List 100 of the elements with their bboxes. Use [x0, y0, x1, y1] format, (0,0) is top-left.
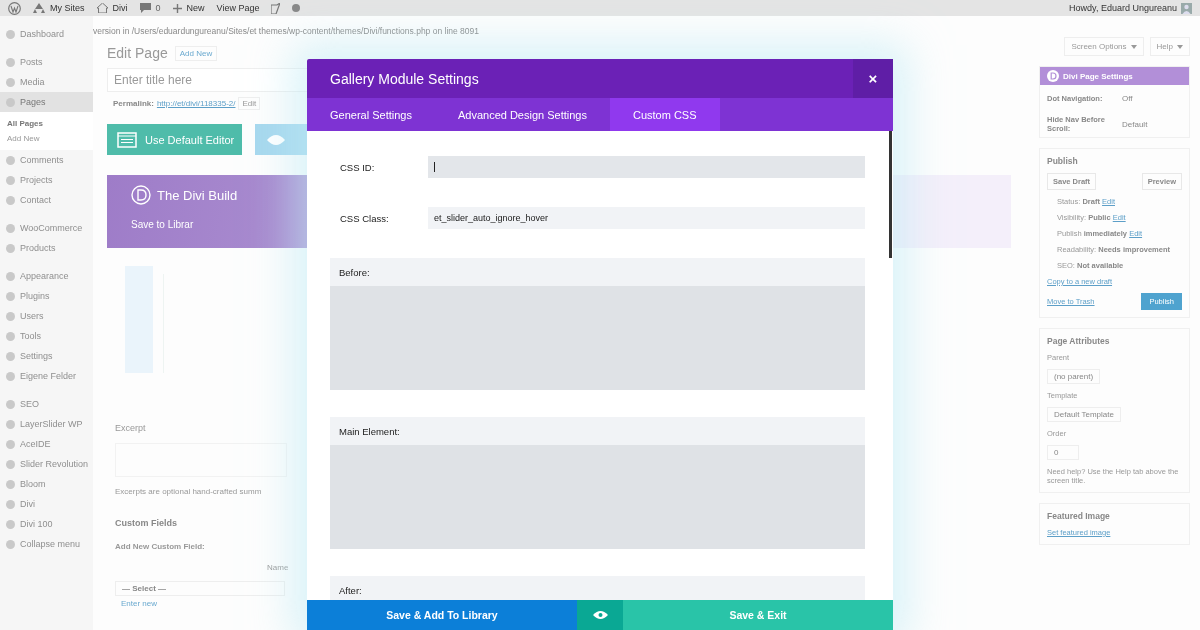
default-editor-button[interactable]: Use Default Editor	[107, 124, 242, 155]
template-select[interactable]: Default Template	[1047, 407, 1121, 422]
help-button[interactable]: Help	[1149, 37, 1190, 56]
sidebar-item[interactable]: Bloom	[0, 474, 93, 494]
key-select[interactable]: — Select —	[115, 581, 285, 596]
sidebar-item[interactable]: Posts	[0, 52, 93, 72]
y-shape-icon[interactable]	[271, 2, 281, 14]
css-textarea[interactable]	[330, 286, 865, 390]
permalink-link[interactable]: http://et/divi/118335-2/	[156, 99, 236, 108]
sidebar-item[interactable]: Projects	[0, 170, 93, 190]
sidebar-item[interactable]: Slider Revolution	[0, 454, 93, 474]
circle-icon	[6, 77, 15, 87]
my-sites-link[interactable]: My Sites	[50, 3, 85, 13]
panel-title: Page Attributes	[1047, 336, 1110, 346]
status-dot	[292, 4, 301, 12]
preview-button[interactable]	[577, 600, 623, 630]
view-page-link[interactable]: View Page	[216, 3, 260, 13]
excerpt-title: Excerpt	[115, 423, 146, 433]
edit-button[interactable]: Edit	[238, 97, 261, 110]
column-header: Name	[267, 563, 289, 572]
sidebar-item[interactable]: Comments	[0, 150, 93, 170]
custom-field-label: Add New Custom Field:	[115, 542, 205, 551]
d-logo-icon	[1047, 70, 1059, 82]
circle-icon	[6, 351, 15, 361]
screen-options-button[interactable]: Screen Options	[1064, 37, 1144, 56]
home-icon	[96, 3, 108, 13]
text-field[interactable]: et_slider_auto_ignore_hover	[428, 207, 865, 229]
sidebar-item[interactable]: Products	[0, 238, 93, 258]
setting-select[interactable]: Off	[1122, 93, 1133, 103]
eye-icon	[267, 133, 285, 146]
tab[interactable]: General Settings	[307, 98, 435, 131]
caret-icon	[1130, 44, 1137, 49]
plus-icon	[172, 3, 182, 13]
circle-icon	[6, 223, 15, 233]
tab[interactable]: Advanced Design Settings	[434, 98, 610, 131]
sidebar-item[interactable]: Settings	[0, 346, 93, 366]
sidebar-item[interactable]: Media	[0, 72, 93, 92]
tab[interactable]: Custom CSS	[609, 98, 720, 131]
sidebar-item[interactable]: Tools	[0, 326, 93, 346]
css-textarea[interactable]	[330, 445, 865, 549]
network-icon	[33, 3, 45, 13]
notice-text: version in /Users/eduardungureanu/Sites/et themes/wp-content/themes/Divi/functions.php on line 8091	[93, 26, 480, 36]
circle-icon	[6, 539, 15, 549]
circle-icon	[6, 459, 15, 469]
user-greeting[interactable]: Howdy, Eduard Ungureanu	[1069, 3, 1177, 13]
new-link[interactable]: New	[186, 3, 205, 13]
enter-new-link[interactable]: Enter new	[115, 599, 158, 608]
d-logo-icon	[131, 185, 151, 205]
site-link[interactable]: Divi	[112, 3, 128, 13]
add-new-button[interactable]: Add New	[174, 45, 218, 61]
sidebar-item[interactable]: Eigene Felder	[0, 366, 93, 386]
circle-icon	[6, 311, 15, 321]
circle-icon	[6, 499, 15, 509]
sidebar-item[interactable]: LayerSlider WP	[0, 414, 93, 434]
section-header: Main Element:	[330, 417, 865, 445]
circle-icon	[6, 155, 15, 165]
sidebar-item[interactable]: Appearance	[0, 266, 93, 286]
circle-icon	[6, 175, 15, 185]
sidebar-item[interactable]: Pages	[0, 92, 93, 112]
parent-select[interactable]: (no parent)	[1047, 369, 1101, 384]
sidebar-item[interactable]: WooCommerce	[0, 218, 93, 238]
field-label: CSS Class:	[339, 212, 390, 224]
circle-icon	[6, 243, 15, 253]
comment-count[interactable]: 0	[155, 3, 161, 13]
circle-icon	[6, 97, 15, 107]
sidebar-item[interactable]: Users	[0, 306, 93, 326]
document-icon	[117, 131, 137, 148]
panel-title: Featured Image	[1047, 511, 1110, 521]
sidebar-item[interactable]: Contact	[0, 190, 93, 210]
circle-icon	[6, 399, 15, 409]
close-button[interactable]: ×	[853, 59, 893, 98]
submenu-item[interactable]: All Pages	[7, 116, 93, 131]
circle-icon	[6, 291, 15, 301]
sidebar-item[interactable]: Dashboard	[0, 24, 93, 44]
circle-icon	[6, 57, 15, 67]
scrollbar[interactable]	[889, 131, 892, 258]
sidebar-item[interactable]: Plugins	[0, 286, 93, 306]
circle-icon	[6, 519, 15, 529]
sidebar-item[interactable]: SEO	[0, 394, 93, 414]
save-exit-button[interactable]: Save & Exit	[623, 600, 893, 630]
wordpress-logo-icon[interactable]	[8, 1, 21, 15]
builder-title: The Divi Build	[157, 187, 238, 203]
sidebar-item[interactable]: AceIDE	[0, 434, 93, 454]
setting-select[interactable]: Default	[1122, 119, 1148, 129]
field-label: CSS ID:	[339, 161, 376, 173]
circle-icon	[6, 29, 15, 39]
circle-icon	[6, 331, 15, 341]
order-field[interactable]: 0	[1047, 445, 1079, 460]
sidebar-item[interactable]: Collapse menu	[0, 534, 93, 554]
sidebar-item[interactable]: Divi 100	[0, 514, 93, 534]
speech-bubble-icon	[139, 3, 151, 13]
save-to-library-button[interactable]: Save & Add To Library	[307, 600, 577, 630]
text-field[interactable]	[428, 156, 865, 178]
page-heading: Edit Page	[107, 45, 168, 61]
caret-icon	[1177, 44, 1183, 49]
submenu-item[interactable]: Add New	[7, 131, 93, 146]
circle-icon	[6, 195, 15, 205]
panel-title: Publish	[1047, 156, 1078, 166]
sidebar-item[interactable]: Divi	[0, 494, 93, 514]
save-to-library-link[interactable]: Save to Librar	[131, 219, 194, 230]
